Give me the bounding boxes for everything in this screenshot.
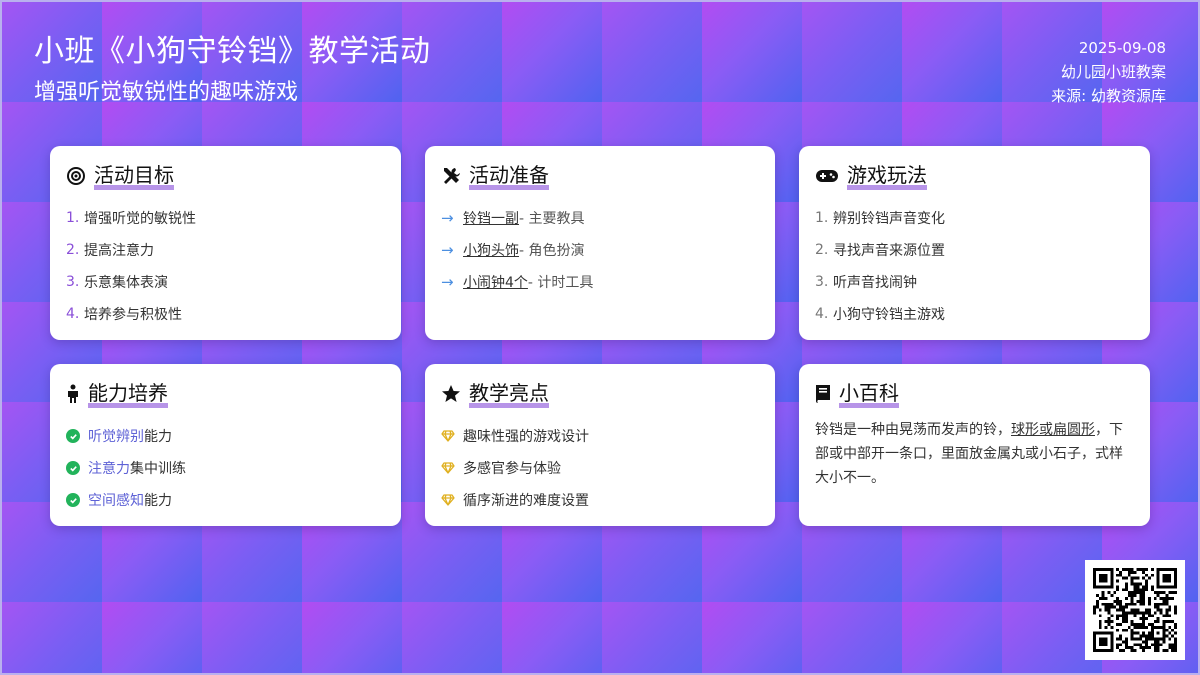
item-number: 4. — [66, 306, 80, 322]
item-text: 听声音找闹钟 — [833, 275, 917, 291]
card-title: 活动目标 — [94, 162, 174, 190]
gem-icon — [441, 494, 455, 506]
list-item: 3. 乐意集体表演 — [66, 266, 385, 298]
arrow-right-icon: → — [441, 273, 454, 291]
card-wiki: 小百科 铃铛是一种由晃荡而发声的铃，球形或扁圆形，下部或中部开一条口，里面放金属… — [799, 364, 1150, 526]
item-text: 能力 — [144, 493, 172, 509]
item-number: 1. — [815, 210, 829, 226]
card-title: 教学亮点 — [469, 380, 549, 408]
card-title: 游戏玩法 — [847, 162, 927, 190]
list-item: 3. 听声音找闹钟 — [815, 266, 1134, 298]
gem-icon — [441, 430, 455, 442]
page-meta: 2025-09-08 幼儿园小班教案 来源: 幼教资源库 — [1051, 36, 1166, 108]
item-link[interactable]: 铃铛一副 — [463, 208, 519, 228]
item-text: 集中训练 — [130, 461, 186, 477]
list-item: 1. 辨别铃铛声音变化 — [815, 202, 1134, 234]
list-item: → 小闹钟4个 - 计时工具 — [441, 266, 759, 298]
check-circle-icon — [66, 429, 80, 443]
card-header: 活动目标 — [66, 162, 385, 190]
prep-list: → 铃铛一副 - 主要教具 → 小狗头饰 - 角色扮演 → 小闹钟4个 - 计时工具 — [441, 202, 759, 298]
card-header: 活动准备 — [441, 162, 759, 190]
arrow-right-icon: → — [441, 209, 454, 227]
child-icon — [68, 384, 78, 403]
card-header: 游戏玩法 — [815, 162, 1134, 190]
list-item: 听觉辨别 能力 — [66, 420, 385, 452]
list-item: 2. 提高注意力 — [66, 234, 385, 266]
card-header: 教学亮点 — [441, 380, 759, 408]
item-highlight: 空间感知 — [88, 493, 144, 509]
star-icon — [442, 385, 460, 402]
list-item: 趣味性强的游戏设计 — [441, 420, 759, 452]
card-prep: 活动准备 → 铃铛一副 - 主要教具 → 小狗头饰 - 角色扮演 → 小闹钟4个 - … — [425, 146, 775, 340]
item-text: 培养参与积极性 — [84, 307, 182, 323]
wiki-link[interactable]: 球形或扁圆形 — [1011, 422, 1095, 438]
card-title: 活动准备 — [469, 162, 549, 190]
gamepad-icon — [816, 170, 838, 182]
wiki-text: 铃铛是一种由晃荡而发声的铃， — [815, 422, 1011, 438]
ability-list: 听觉辨别 能力 注意力 集中训练 空间感知 能力 — [66, 420, 385, 516]
target-icon — [67, 167, 85, 185]
list-item: 2. 寻找声音来源位置 — [815, 234, 1134, 266]
check-circle-icon — [66, 461, 80, 475]
page-title: 小班《小狗守铃铛》教学活动 — [34, 34, 431, 69]
item-link[interactable]: 小闹钟4个 — [463, 272, 528, 292]
item-number: 2. — [66, 242, 80, 258]
card-highlights: 教学亮点 趣味性强的游戏设计 多感官参与体验 循序渐进的难度设置 — [425, 364, 775, 526]
item-text: 小狗守铃铛主游戏 — [833, 307, 945, 323]
item-text: 循序渐进的难度设置 — [463, 493, 589, 509]
item-text: 提高注意力 — [84, 243, 154, 259]
item-text: 趣味性强的游戏设计 — [463, 429, 589, 445]
meta-category: 幼儿园小班教案 — [1060, 63, 1166, 81]
item-text: 乐意集体表演 — [84, 275, 168, 291]
item-text: 能力 — [144, 429, 172, 445]
list-item: 空间感知 能力 — [66, 484, 385, 516]
item-text: 辨别铃铛声音变化 — [833, 211, 945, 227]
qr-code — [1085, 560, 1185, 660]
item-text: 增强听觉的敏锐性 — [84, 211, 196, 227]
list-item: 1. 增强听觉的敏锐性 — [66, 202, 385, 234]
meta-source: 来源: 幼教资源库 — [1051, 87, 1166, 105]
item-number: 4. — [815, 306, 829, 322]
list-item: 循序渐进的难度设置 — [441, 484, 759, 516]
play-list: 1. 辨别铃铛声音变化 2. 寻找声音来源位置 3. 听声音找闹钟 4. 小狗守铃铛主游… — [815, 202, 1134, 330]
item-text: 多感官参与体验 — [463, 461, 561, 477]
item-number: 3. — [815, 274, 829, 290]
item-link[interactable]: 小狗头饰 — [463, 240, 519, 260]
list-item: 4. 小狗守铃铛主游戏 — [815, 298, 1134, 330]
card-title: 能力培养 — [88, 380, 168, 408]
item-number: 3. — [66, 274, 80, 290]
card-play: 游戏玩法 1. 辨别铃铛声音变化 2. 寻找声音来源位置 3. 听声音找闹钟 4. 小狗… — [799, 146, 1150, 340]
card-header: 能力培养 — [66, 380, 385, 408]
arrow-right-icon: → — [441, 241, 454, 259]
item-number: 1. — [66, 210, 80, 226]
highlights-list: 趣味性强的游戏设计 多感官参与体验 循序渐进的难度设置 — [441, 420, 759, 516]
card-ability: 能力培养 听觉辨别 能力 注意力 集中训练 空间感知 能力 — [50, 364, 401, 526]
card-goals: 活动目标 1. 增强听觉的敏锐性 2. 提高注意力 3. 乐意集体表演 4. 培养参与积… — [50, 146, 401, 340]
item-desc: - 主要教具 — [519, 211, 585, 227]
card-title: 小百科 — [839, 380, 899, 408]
wiki-paragraph: 铃铛是一种由晃荡而发声的铃，球形或扁圆形，下部或中部开一条口，里面放金属丸或小石… — [815, 418, 1134, 490]
qr-code-image — [1093, 568, 1177, 652]
item-desc: - 角色扮演 — [519, 243, 585, 259]
item-text: 寻找声音来源位置 — [833, 243, 945, 259]
tools-icon — [444, 168, 460, 184]
list-item: 4. 培养参与积极性 — [66, 298, 385, 330]
item-highlight: 听觉辨别 — [88, 429, 144, 445]
item-number: 2. — [815, 242, 829, 258]
goals-list: 1. 增强听觉的敏锐性 2. 提高注意力 3. 乐意集体表演 4. 培养参与积极性 — [66, 202, 385, 330]
page-subtitle: 增强听觉敏锐性的趣味游戏 — [34, 80, 299, 105]
book-icon — [816, 385, 830, 403]
list-item: → 铃铛一副 - 主要教具 — [441, 202, 759, 234]
item-desc: - 计时工具 — [527, 275, 594, 291]
gem-icon — [441, 462, 455, 474]
card-header: 小百科 — [815, 380, 1134, 408]
item-highlight: 注意力 — [88, 461, 130, 477]
check-circle-icon — [66, 493, 80, 507]
list-item: → 小狗头饰 - 角色扮演 — [441, 234, 759, 266]
list-item: 多感官参与体验 — [441, 452, 759, 484]
meta-date: 2025-09-08 — [1078, 39, 1166, 57]
list-item: 注意力 集中训练 — [66, 452, 385, 484]
page-header: 小班《小狗守铃铛》教学活动 增强听觉敏锐性的趣味游戏 — [34, 34, 431, 108]
